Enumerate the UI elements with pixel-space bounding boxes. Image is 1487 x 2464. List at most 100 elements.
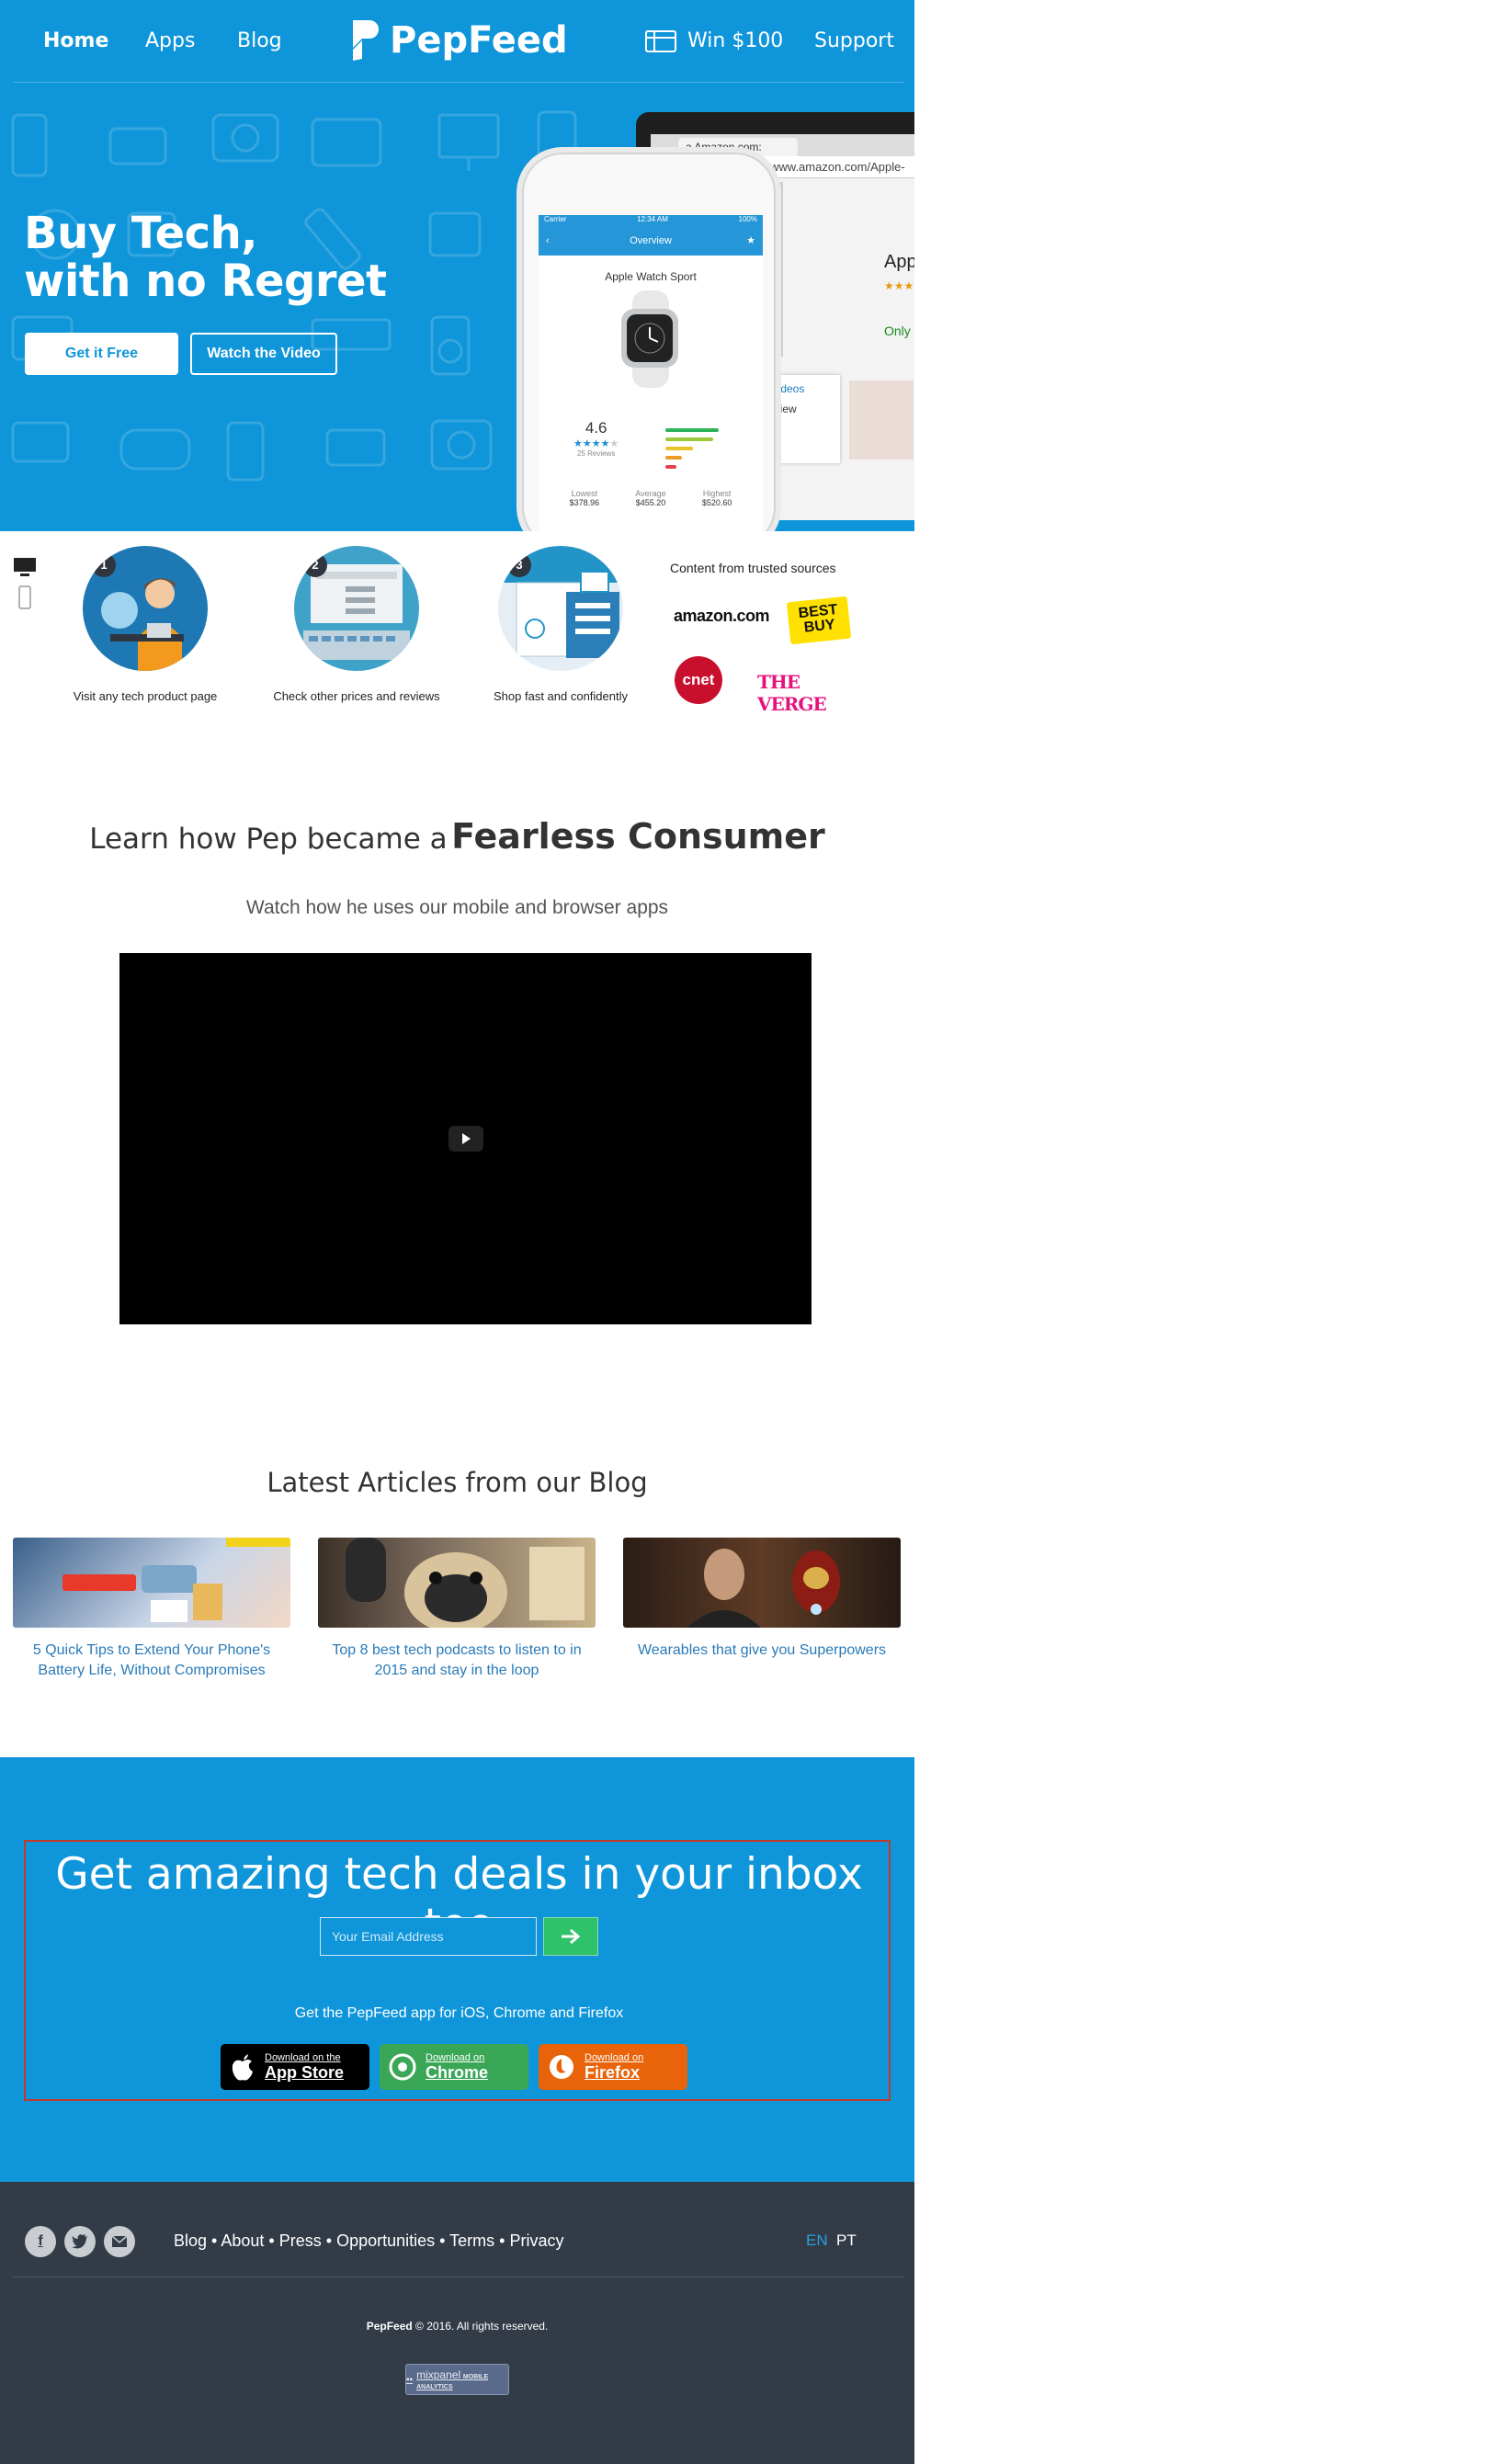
highest-price: $520.60 xyxy=(701,498,732,507)
pepfeed-logo[interactable]: PepFeed xyxy=(349,18,568,62)
phone-time: 12:34 AM xyxy=(637,215,668,223)
copyright-rest: © 2016. All rights reserved. xyxy=(415,2320,549,2333)
article-card-1[interactable]: 5 Quick Tips to Extend Your Phone's Batt… xyxy=(13,1538,290,1681)
footer-link-press[interactable]: Press xyxy=(279,2231,322,2250)
apple-icon xyxy=(232,2054,253,2081)
twitter-icon[interactable] xyxy=(64,2226,96,2257)
article-thumbnail[interactable] xyxy=(318,1538,596,1628)
phone-status-bar: Carrier 12:34 AM 100% xyxy=(539,215,763,228)
learn-heading-strong: Fearless Consumer xyxy=(451,816,825,857)
step-2: 2 Check other prices and reviews xyxy=(265,546,448,703)
video-player[interactable] xyxy=(119,953,812,1324)
footer-link-about[interactable]: About xyxy=(221,2231,264,2250)
step-1-caption: Visit any tech product page xyxy=(73,689,218,703)
phone-price-summary: Lowest $378.96 Average $455.20 Highest $520… xyxy=(551,489,750,507)
pepfeed-logo-icon xyxy=(353,20,379,61)
footer-link-blog[interactable]: Blog xyxy=(174,2231,207,2250)
footer-links: Blog • About • Press • Opportunities • T… xyxy=(174,2231,564,2250)
nav-win-link[interactable]: Win $100 xyxy=(645,29,783,52)
trusted-sources-label: Content from trusted sources xyxy=(670,561,836,575)
store-small-label: Download on the xyxy=(265,2052,341,2063)
phone-review-count: 25 Reviews xyxy=(576,449,616,458)
firefox-icon xyxy=(550,2055,573,2079)
chrome-store-button[interactable]: Download on Chrome xyxy=(380,2044,528,2090)
brand-name: PepFeed xyxy=(390,19,568,62)
footer-link-terms[interactable]: Terms xyxy=(449,2231,494,2250)
average-label: Average xyxy=(635,489,666,498)
phone-rating: 4.6 ★★★★★ 25 Reviews xyxy=(573,419,619,458)
get-app-text: Get the PepFeed app for iOS, Chrome and … xyxy=(294,2005,624,2021)
hero-title-line2: with no Regret xyxy=(24,255,387,307)
phone-rating-stars-icon: ★★★★★ xyxy=(573,438,619,449)
watch-video-button[interactable]: Watch the Video xyxy=(190,333,337,375)
page: Home Apps Blog PepFeed Win $100 Support xyxy=(0,0,914,2464)
mixpanel-badge[interactable]: ▪▪ mixpanel MOBILE ANALYTICS xyxy=(405,2364,509,2395)
store-small-label: Download on xyxy=(426,2052,485,2063)
star-icon[interactable]: ★ xyxy=(746,228,755,254)
device-toggle xyxy=(13,557,37,612)
step-number: 1 xyxy=(92,553,116,577)
step-3: 3 Shop fast and confidently xyxy=(469,546,653,703)
blog-section-title: Latest Articles from our Blog xyxy=(267,1467,648,1498)
step-number: 2 xyxy=(303,553,327,577)
article-title-link[interactable]: 5 Quick Tips to Extend Your Phone's Batt… xyxy=(13,1641,290,1681)
hero-title-line1: Buy Tech, xyxy=(24,208,258,259)
browser-product-title: Apple xyxy=(884,252,914,272)
phone-product-name: Apple Watch Sport xyxy=(605,270,697,283)
article-thumbnail[interactable] xyxy=(13,1538,290,1628)
lowest-price: $378.96 xyxy=(569,498,600,507)
mobile-icon[interactable] xyxy=(13,585,37,612)
email-icon[interactable] xyxy=(104,2226,135,2257)
article-title-link[interactable]: Top 8 best tech podcasts to listen to in… xyxy=(318,1641,596,1681)
lang-en-link[interactable]: EN xyxy=(806,2231,828,2250)
subscribe-button[interactable] xyxy=(543,1917,598,1956)
step-3-illustration: 3 xyxy=(498,546,623,671)
footer-link-privacy[interactable]: Privacy xyxy=(509,2231,563,2250)
amazon-tab-icon: a xyxy=(686,141,692,153)
arrow-right-icon xyxy=(562,1928,581,1945)
footer-link-opportunities[interactable]: Opportunities xyxy=(336,2231,435,2250)
nav-blog-link[interactable]: Blog xyxy=(237,29,282,52)
store-big-label: Chrome xyxy=(426,2063,489,2082)
article-card-2[interactable]: Top 8 best tech podcasts to listen to in… xyxy=(318,1538,596,1681)
article-card-3[interactable]: Wearables that give you Superpowers xyxy=(623,1538,901,1661)
firefox-store-button[interactable]: Download on Firefox xyxy=(539,2044,687,2090)
nav-support-link[interactable]: Support xyxy=(814,29,894,52)
learn-subtitle: Watch how he uses our mobile and browser… xyxy=(245,897,669,918)
back-icon[interactable]: ‹ xyxy=(546,228,550,254)
learn-heading-prefix: Learn how Pep became a xyxy=(89,823,448,856)
step-number: 3 xyxy=(507,553,531,577)
article-thumbnail[interactable] xyxy=(623,1538,901,1628)
app-store-button[interactable]: Download on the App Store xyxy=(221,2044,369,2090)
get-it-free-button[interactable]: Get it Free xyxy=(25,333,178,375)
nav-win-label: Win $100 xyxy=(687,29,784,52)
desktop-icon[interactable] xyxy=(13,557,37,579)
mixpanel-dots-icon: ▪▪ xyxy=(406,2374,414,2385)
phone-battery: 100% xyxy=(738,215,757,223)
step-2-illustration: 2 xyxy=(294,546,419,671)
nav-home-link[interactable]: Home xyxy=(43,29,108,52)
email-input[interactable]: Your Email Address xyxy=(320,1917,537,1956)
browser-stock-text: Only 1 xyxy=(884,324,914,338)
phone-thumbnail xyxy=(849,380,914,460)
hero-title: Buy Tech, with no Regret xyxy=(24,210,387,305)
copyright-text: PepFeed © 2016. All rights reserved. xyxy=(0,2320,914,2333)
store-big-label: App Store xyxy=(265,2063,345,2082)
nav-apps-link[interactable]: Apps xyxy=(145,29,195,52)
gift-card-icon xyxy=(645,29,676,52)
article-title-link[interactable]: Wearables that give you Superpowers xyxy=(623,1641,901,1661)
step-2-caption: Check other prices and reviews xyxy=(273,689,440,703)
lang-pt-link[interactable]: PT xyxy=(836,2231,857,2250)
facebook-icon[interactable]: f xyxy=(25,2226,56,2257)
trusted-sources: Content from trusted sources amazon.com … xyxy=(658,561,869,715)
hero-section: Home Apps Blog PepFeed Win $100 Support xyxy=(0,0,914,531)
store-big-label: Firefox xyxy=(585,2063,641,2082)
play-icon[interactable] xyxy=(448,1126,483,1152)
chrome-icon xyxy=(389,2053,416,2081)
store-small-label: Download on xyxy=(585,2052,644,2063)
phone-carrier: Carrier xyxy=(544,215,567,223)
step-1: 1 Visit any tech product page xyxy=(53,546,237,703)
phone-screen: Carrier 12:34 AM 100% ‹ Overview ★ Apple… xyxy=(539,215,763,531)
the-verge-logo: THE VERGE xyxy=(757,671,827,715)
phone-screen-title: Overview xyxy=(630,235,672,246)
